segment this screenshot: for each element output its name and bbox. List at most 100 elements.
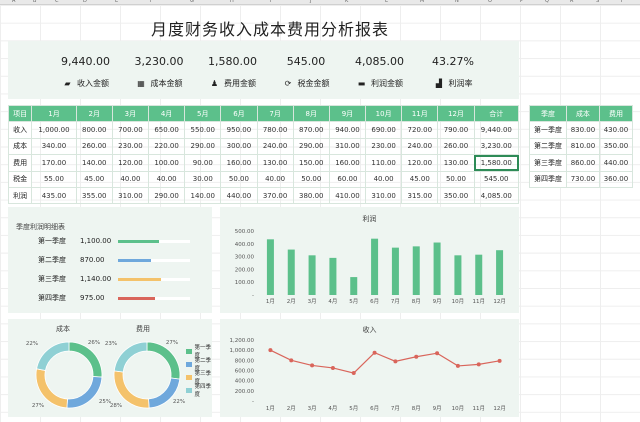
data-cell[interactable]: 160.00 — [220, 154, 258, 172]
header-cell[interactable]: 4月 — [147, 104, 186, 123]
revenue-point[interactable] — [393, 359, 398, 364]
row-label-cell[interactable]: 第一季度 — [529, 121, 567, 139]
data-cell[interactable]: 60.00 — [328, 170, 367, 188]
data-cell[interactable]: 290.00 — [184, 137, 222, 156]
revenue-point[interactable] — [414, 354, 419, 359]
data-cell[interactable]: 410.00 — [328, 186, 367, 205]
column-letter[interactable]: S — [596, 0, 599, 4]
data-cell[interactable]: 780.00 — [256, 121, 294, 139]
data-cell[interactable]: 240.00 — [256, 137, 294, 156]
column-letter[interactable]: F — [150, 0, 153, 4]
header-cell[interactable]: 6月 — [220, 104, 258, 123]
revenue-point[interactable] — [351, 371, 356, 376]
data-cell[interactable]: 230.00 — [111, 137, 150, 156]
revenue-point[interactable] — [372, 350, 377, 355]
column-letter[interactable]: B — [33, 0, 36, 4]
column-letter[interactable]: A — [12, 0, 15, 4]
data-cell[interactable]: 150.00 — [292, 154, 330, 172]
profit-bar[interactable] — [433, 242, 441, 295]
header-cell[interactable]: 11月 — [401, 104, 439, 123]
data-cell[interactable]: 55.00 — [31, 170, 77, 188]
data-cell[interactable]: 170.00 — [31, 154, 77, 172]
revenue-point[interactable] — [497, 358, 502, 363]
column-letter[interactable]: R — [570, 0, 573, 4]
data-cell[interactable]: 310.00 — [328, 137, 367, 156]
data-cell[interactable]: 40.00 — [365, 170, 403, 188]
revenue-point[interactable] — [455, 363, 460, 368]
data-cell[interactable]: 1,000.00 — [31, 121, 77, 139]
row-label-cell[interactable]: 第四季度 — [529, 170, 567, 188]
data-cell[interactable]: 90.00 — [184, 154, 222, 172]
column-letter[interactable]: J — [310, 0, 311, 4]
column-letter[interactable]: H — [230, 0, 234, 4]
donut-slice[interactable] — [68, 341, 103, 378]
revenue-point[interactable] — [476, 362, 481, 367]
cost-expense-donut-panel[interactable]: 成本 费用 26% 25% 27% 22% 27% 22% 28% 23% 第一季度 第二季度第… — [8, 319, 212, 417]
profit-bar[interactable] — [266, 239, 274, 295]
data-cell[interactable]: 290.00 — [147, 186, 186, 205]
data-cell[interactable]: 430.00 — [598, 121, 634, 139]
header-cell[interactable]: 12月 — [437, 104, 475, 123]
data-cell[interactable]: 950.00 — [220, 121, 258, 139]
revenue-point[interactable] — [268, 348, 273, 353]
data-cell[interactable]: 435.00 — [31, 186, 77, 205]
profit-bar[interactable] — [371, 238, 379, 295]
column-letter[interactable]: P — [520, 0, 523, 4]
data-cell[interactable]: 130.00 — [437, 154, 475, 172]
revenue-line[interactable] — [270, 349, 500, 374]
data-cell[interactable]: 260.00 — [75, 137, 113, 156]
data-cell[interactable]: 45.00 — [401, 170, 439, 188]
column-letter[interactable]: M — [420, 0, 424, 4]
data-cell[interactable]: 700.00 — [111, 121, 150, 139]
data-cell[interactable]: 350.00 — [598, 137, 634, 156]
revenue-point[interactable] — [289, 358, 294, 363]
profit-bar[interactable] — [454, 255, 462, 295]
header-cell[interactable]: 2月 — [75, 104, 113, 123]
column-letter[interactable]: L — [385, 0, 388, 4]
data-cell[interactable]: 130.00 — [256, 154, 294, 172]
data-cell[interactable]: 545.00 — [473, 170, 520, 188]
data-cell[interactable]: 290.00 — [292, 137, 330, 156]
data-cell[interactable]: 810.00 — [565, 137, 600, 156]
row-label-cell[interactable]: 费用 — [7, 154, 33, 172]
data-cell[interactable]: 380.00 — [292, 186, 330, 205]
data-cell[interactable]: 260.00 — [437, 137, 475, 156]
data-cell[interactable]: 300.00 — [220, 137, 258, 156]
data-cell[interactable]: 220.00 — [147, 137, 186, 156]
data-cell[interactable]: 720.00 — [401, 121, 439, 139]
header-cell[interactable]: 季度 — [529, 104, 567, 123]
quarter-donut-charts[interactable]: 26%25%27%22% 27%22%28%23% — [8, 319, 212, 417]
data-cell[interactable]: 140.00 — [184, 186, 222, 205]
data-cell[interactable]: 240.00 — [401, 137, 439, 156]
profit-chart-panel[interactable]: 利润 500.00 400.00 300.00 200.00 100.00-1月 2月 3月… — [220, 207, 519, 313]
header-cell[interactable]: 8月 — [292, 104, 330, 123]
data-cell[interactable]: 800.00 — [75, 121, 113, 139]
profit-bar-chart[interactable]: 500.00 400.00 300.00 200.00 100.00 - 1月 2月 3月 4月 5… — [220, 207, 519, 313]
data-cell[interactable]: 870.00 — [292, 121, 330, 139]
column-letter[interactable]: O — [488, 0, 492, 4]
column-letter[interactable]: N — [455, 0, 459, 4]
revenue-point[interactable] — [310, 363, 315, 368]
column-letter[interactable]: T — [620, 0, 623, 4]
profit-bar[interactable] — [496, 250, 504, 295]
data-cell[interactable]: 30.00 — [184, 170, 222, 188]
profit-bar[interactable] — [350, 277, 358, 295]
profit-bar[interactable] — [391, 247, 399, 295]
data-cell[interactable]: 350.00 — [437, 186, 475, 205]
column-letter[interactable]: Q — [545, 0, 549, 4]
donut-slice[interactable] — [66, 376, 103, 409]
selected-cell[interactable]: 1,580.00 — [473, 154, 520, 172]
header-cell[interactable]: 9月 — [328, 104, 367, 123]
donut-slice[interactable] — [113, 341, 148, 373]
data-cell[interactable]: 50.00 — [292, 170, 330, 188]
row-label-cell[interactable]: 成本 — [7, 137, 33, 156]
column-letter[interactable]: K — [345, 0, 348, 4]
data-cell[interactable]: 310.00 — [365, 186, 403, 205]
data-cell[interactable]: 650.00 — [147, 121, 186, 139]
header-cell[interactable]: 费用 — [598, 104, 634, 123]
data-cell[interactable]: 340.00 — [31, 137, 77, 156]
revenue-line-chart[interactable]: 1,200.00 1,000.00 800.00 600.00 400.00 200.00… — [220, 319, 519, 417]
data-cell[interactable]: 3,230.00 — [473, 137, 520, 156]
data-cell[interactable]: 730.00 — [565, 170, 600, 188]
profit-bar[interactable] — [287, 249, 295, 295]
